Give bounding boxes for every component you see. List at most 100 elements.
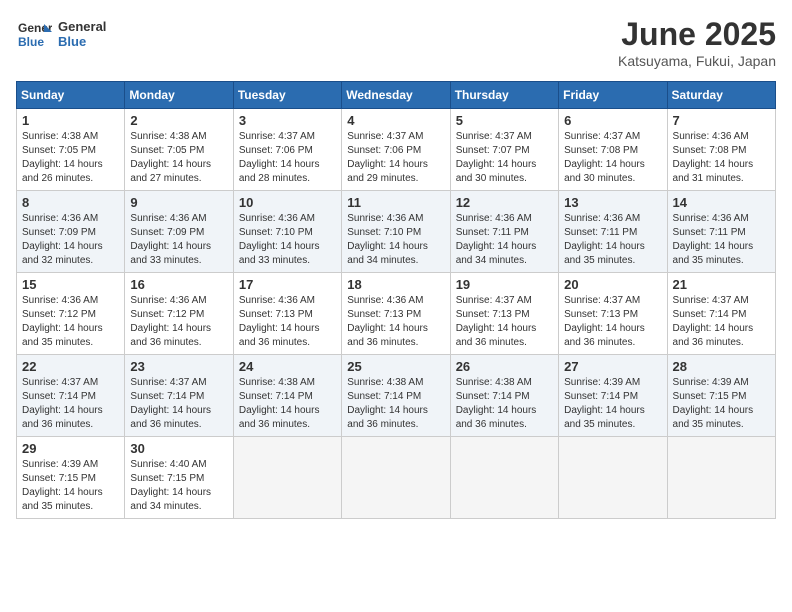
day-number: 12 [456, 195, 553, 210]
day-info: Sunrise: 4:39 AM Sunset: 7:15 PM Dayligh… [673, 376, 770, 432]
day-number: 19 [456, 277, 553, 292]
day-info: Sunrise: 4:38 AM Sunset: 7:14 PM Dayligh… [347, 376, 444, 432]
day-info: Sunrise: 4:36 AM Sunset: 7:13 PM Dayligh… [239, 294, 336, 350]
day-number: 5 [456, 113, 553, 128]
day-number: 11 [347, 195, 444, 210]
column-header-monday: Monday [125, 82, 233, 109]
calendar-cell [342, 437, 450, 519]
calendar-cell: 24Sunrise: 4:38 AM Sunset: 7:14 PM Dayli… [233, 355, 341, 437]
calendar-cell: 9 Sunrise: 4:36 AM Sunset: 7:09 PM Daylig… [125, 191, 233, 273]
calendar-cell: 25 Sunrise: 4:38 AM Sunset: 7:14 PM Dayli… [342, 355, 450, 437]
column-header-tuesday: Tuesday [233, 82, 341, 109]
calendar-cell: 20Sunrise: 4:37 AM Sunset: 7:13 PM Dayli… [559, 273, 667, 355]
day-number: 21 [673, 277, 770, 292]
day-number: 30 [130, 441, 227, 456]
day-info: Sunrise: 4:36 AM Sunset: 7:11 PM Dayligh… [564, 212, 661, 268]
calendar-cell: 14 Sunrise: 4:36 AM Sunset: 7:11 PM Dayli… [667, 191, 775, 273]
calendar-subtitle: Katsuyama, Fukui, Japan [618, 53, 776, 69]
calendar-cell: 19 Sunrise: 4:37 AM Sunset: 7:13 PM Dayli… [450, 273, 558, 355]
title-block: June 2025 Katsuyama, Fukui, Japan [618, 16, 776, 69]
calendar-cell [667, 437, 775, 519]
calendar-week-row: 22 Sunrise: 4:37 AM Sunset: 7:14 PM Dayli… [17, 355, 776, 437]
calendar-cell [559, 437, 667, 519]
calendar-week-row: 1Sunrise: 4:38 AM Sunset: 7:05 PM Daylig… [17, 109, 776, 191]
day-info: Sunrise: 4:36 AM Sunset: 7:10 PM Dayligh… [347, 212, 444, 268]
calendar-cell [450, 437, 558, 519]
day-number: 16 [130, 277, 227, 292]
svg-text:Blue: Blue [18, 35, 44, 49]
day-info: Sunrise: 4:37 AM Sunset: 7:08 PM Dayligh… [564, 130, 661, 186]
calendar-cell: 11 Sunrise: 4:36 AM Sunset: 7:10 PM Dayli… [342, 191, 450, 273]
day-number: 23 [130, 359, 227, 374]
day-number: 13 [564, 195, 661, 210]
calendar-cell: 22 Sunrise: 4:37 AM Sunset: 7:14 PM Dayli… [17, 355, 125, 437]
calendar-header-row: SundayMondayTuesdayWednesdayThursdayFrid… [17, 82, 776, 109]
day-info: Sunrise: 4:36 AM Sunset: 7:13 PM Dayligh… [347, 294, 444, 350]
day-info: Sunrise: 4:39 AM Sunset: 7:15 PM Dayligh… [22, 458, 119, 514]
day-number: 27 [564, 359, 661, 374]
day-number: 6 [564, 113, 661, 128]
calendar-cell: 23 Sunrise: 4:37 AM Sunset: 7:14 PM Dayli… [125, 355, 233, 437]
calendar-cell: 29 Sunrise: 4:39 AM Sunset: 7:15 PM Dayli… [17, 437, 125, 519]
calendar-cell: 4 Sunrise: 4:37 AM Sunset: 7:06 PM Daylig… [342, 109, 450, 191]
day-info: Sunrise: 4:36 AM Sunset: 7:10 PM Dayligh… [239, 212, 336, 268]
day-info: Sunrise: 4:36 AM Sunset: 7:08 PM Dayligh… [673, 130, 770, 186]
calendar-cell: 3 Sunrise: 4:37 AM Sunset: 7:06 PM Daylig… [233, 109, 341, 191]
logo-blue-text: Blue [58, 34, 106, 49]
day-info: Sunrise: 4:37 AM Sunset: 7:14 PM Dayligh… [130, 376, 227, 432]
day-number: 20 [564, 277, 661, 292]
day-number: 8 [22, 195, 119, 210]
logo-general-text: General [58, 19, 106, 34]
calendar-cell: 12Sunrise: 4:36 AM Sunset: 7:11 PM Dayli… [450, 191, 558, 273]
calendar-week-row: 29 Sunrise: 4:39 AM Sunset: 7:15 PM Dayli… [17, 437, 776, 519]
calendar-cell: 15Sunrise: 4:36 AM Sunset: 7:12 PM Dayli… [17, 273, 125, 355]
day-number: 25 [347, 359, 444, 374]
day-info: Sunrise: 4:38 AM Sunset: 7:05 PM Dayligh… [22, 130, 119, 186]
day-info: Sunrise: 4:37 AM Sunset: 7:07 PM Dayligh… [456, 130, 553, 186]
day-number: 15 [22, 277, 119, 292]
calendar-cell: 13 Sunrise: 4:36 AM Sunset: 7:11 PM Dayli… [559, 191, 667, 273]
day-number: 4 [347, 113, 444, 128]
calendar-week-row: 8 Sunrise: 4:36 AM Sunset: 7:09 PM Daylig… [17, 191, 776, 273]
calendar-cell: 6 Sunrise: 4:37 AM Sunset: 7:08 PM Daylig… [559, 109, 667, 191]
day-number: 3 [239, 113, 336, 128]
calendar-cell: 1Sunrise: 4:38 AM Sunset: 7:05 PM Daylig… [17, 109, 125, 191]
day-info: Sunrise: 4:37 AM Sunset: 7:06 PM Dayligh… [239, 130, 336, 186]
calendar-cell: 7 Sunrise: 4:36 AM Sunset: 7:08 PM Daylig… [667, 109, 775, 191]
calendar-title: June 2025 [618, 16, 776, 53]
day-info: Sunrise: 4:36 AM Sunset: 7:09 PM Dayligh… [130, 212, 227, 268]
day-number: 2 [130, 113, 227, 128]
day-info: Sunrise: 4:37 AM Sunset: 7:14 PM Dayligh… [673, 294, 770, 350]
day-number: 10 [239, 195, 336, 210]
day-info: Sunrise: 4:37 AM Sunset: 7:06 PM Dayligh… [347, 130, 444, 186]
calendar-cell: 17Sunrise: 4:36 AM Sunset: 7:13 PM Dayli… [233, 273, 341, 355]
calendar-cell: 18Sunrise: 4:36 AM Sunset: 7:13 PM Dayli… [342, 273, 450, 355]
day-number: 14 [673, 195, 770, 210]
logo: General Blue General Blue [16, 16, 106, 52]
calendar-cell: 5 Sunrise: 4:37 AM Sunset: 7:07 PM Daylig… [450, 109, 558, 191]
calendar-cell: 28 Sunrise: 4:39 AM Sunset: 7:15 PM Dayli… [667, 355, 775, 437]
day-info: Sunrise: 4:36 AM Sunset: 7:12 PM Dayligh… [130, 294, 227, 350]
column-header-saturday: Saturday [667, 82, 775, 109]
day-number: 29 [22, 441, 119, 456]
day-number: 28 [673, 359, 770, 374]
logo-icon: General Blue [16, 16, 52, 52]
calendar-cell: 26Sunrise: 4:38 AM Sunset: 7:14 PM Dayli… [450, 355, 558, 437]
day-info: Sunrise: 4:36 AM Sunset: 7:09 PM Dayligh… [22, 212, 119, 268]
day-info: Sunrise: 4:37 AM Sunset: 7:14 PM Dayligh… [22, 376, 119, 432]
day-info: Sunrise: 4:36 AM Sunset: 7:11 PM Dayligh… [673, 212, 770, 268]
calendar-cell: 2 Sunrise: 4:38 AM Sunset: 7:05 PM Daylig… [125, 109, 233, 191]
column-header-sunday: Sunday [17, 82, 125, 109]
day-info: Sunrise: 4:38 AM Sunset: 7:05 PM Dayligh… [130, 130, 227, 186]
day-info: Sunrise: 4:37 AM Sunset: 7:13 PM Dayligh… [456, 294, 553, 350]
calendar-cell: 21 Sunrise: 4:37 AM Sunset: 7:14 PM Dayli… [667, 273, 775, 355]
calendar-table: SundayMondayTuesdayWednesdayThursdayFrid… [16, 81, 776, 519]
calendar-cell: 27 Sunrise: 4:39 AM Sunset: 7:14 PM Dayli… [559, 355, 667, 437]
day-info: Sunrise: 4:39 AM Sunset: 7:14 PM Dayligh… [564, 376, 661, 432]
calendar-cell: 30 Sunrise: 4:40 AM Sunset: 7:15 PM Dayli… [125, 437, 233, 519]
day-number: 9 [130, 195, 227, 210]
day-number: 7 [673, 113, 770, 128]
day-number: 22 [22, 359, 119, 374]
day-info: Sunrise: 4:40 AM Sunset: 7:15 PM Dayligh… [130, 458, 227, 514]
calendar-cell: 16 Sunrise: 4:36 AM Sunset: 7:12 PM Dayli… [125, 273, 233, 355]
